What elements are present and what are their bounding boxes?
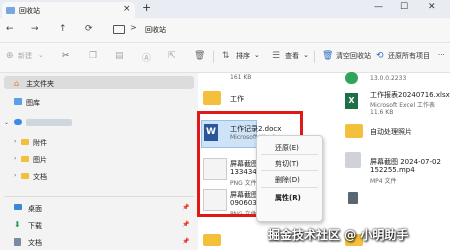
context-menu-divider — [261, 187, 318, 188]
desktop-icon — [14, 204, 22, 210]
pin-icon: 📌 — [182, 238, 190, 245]
file-xlsx-name[interactable]: 工作报表20240716.xlsx — [370, 90, 450, 100]
download-icon: ⬇ — [14, 220, 21, 229]
file-version: 13.0.0.2233 — [370, 75, 407, 82]
title-bar: 回收站 × + — ☐ ✕ — [0, 0, 450, 18]
folder-icon[interactable] — [203, 91, 221, 105]
pin-icon: 📌 — [182, 204, 190, 211]
view-icon: ☰ — [272, 51, 281, 61]
sidebar-item-pictures[interactable]: 图片 — [33, 155, 47, 165]
rename-icon[interactable]: Ⓐ — [142, 51, 151, 64]
minimize-button[interactable]: — — [374, 2, 383, 12]
delete-icon[interactable]: 🗑 — [194, 51, 205, 61]
address-bar: ← → ↑ ⟳ > 回收站 — [0, 18, 450, 43]
sidebar-item-pinned-documents[interactable]: 文档 — [28, 238, 42, 248]
close-button[interactable]: ✕ — [428, 2, 436, 12]
copy-icon[interactable]: ❐ — [89, 51, 97, 61]
folder-work-name[interactable]: 工作 — [230, 94, 244, 104]
file-auto-photos-name[interactable]: 自动处理照片 — [370, 127, 412, 137]
toolbar-divider — [314, 51, 315, 63]
folder-icon — [21, 139, 29, 145]
pin-icon: 📌 — [182, 221, 190, 228]
chevron-down-icon[interactable]: ⌄ — [4, 119, 9, 126]
sort-button[interactable]: 排序 — [236, 51, 250, 61]
app-icon — [345, 72, 358, 84]
restore-all-button[interactable]: 还原所有项目 — [388, 51, 430, 61]
share-icon[interactable]: ⇱ — [168, 51, 176, 61]
tab-recycle-bin[interactable]: 回收站 × — [2, 2, 135, 18]
tab-close-button[interactable]: × — [123, 4, 131, 14]
sort-icon: ⇅ — [222, 51, 230, 61]
sidebar-divider — [4, 196, 194, 197]
toolbar-divider — [213, 51, 214, 63]
view-button[interactable]: 查看 — [285, 51, 299, 61]
chevron-right-icon[interactable]: > — [130, 23, 137, 32]
gallery-icon — [14, 98, 22, 105]
folder-icon[interactable] — [203, 234, 221, 246]
context-menu-restore[interactable]: 还原(E) — [275, 143, 299, 153]
video-thumbnail[interactable] — [345, 152, 361, 168]
more-options-button[interactable]: ··· — [438, 51, 445, 59]
forward-button[interactable]: → — [31, 24, 39, 34]
sidebar-item-gallery[interactable]: 图库 — [26, 98, 40, 108]
back-button[interactable]: ← — [6, 24, 14, 34]
restore-all-icon: ⟲ — [376, 51, 384, 61]
context-menu-divider — [261, 170, 318, 171]
account-name-blurred — [26, 119, 72, 126]
new-button[interactable]: 新建 — [18, 51, 32, 61]
command-bar: ⊕ 新建 ⌄ ✂ ❐ ▤ Ⓐ ⇱ 🗑 ⇅ 排序 ⌄ ☰ 查看 ⌄ 🗑 清空回收站… — [0, 43, 450, 73]
empty-recycle-bin-button[interactable]: 清空回收站 — [336, 51, 371, 61]
tab-label: 回收站 — [19, 7, 40, 15]
this-pc-icon[interactable] — [113, 25, 125, 34]
maximize-button[interactable]: ☐ — [400, 2, 408, 12]
file-video-name-b[interactable]: 152255.mp4 — [370, 166, 415, 174]
sidebar-item-documents[interactable]: 文档 — [33, 172, 47, 182]
watermark-text: 掘金技术社区 @ 小明助手 — [268, 228, 409, 242]
context-menu-delete[interactable]: 删除(D) — [275, 175, 300, 185]
folder-icon[interactable] — [345, 124, 363, 138]
documents-icon — [14, 238, 21, 246]
new-icon: ⊕ — [6, 51, 14, 61]
context-menu-cut[interactable]: 剪切(T) — [275, 159, 299, 169]
folder-icon — [21, 156, 29, 162]
chevron-down-icon: ⌄ — [303, 51, 309, 59]
chevron-right-icon[interactable]: › — [14, 155, 16, 162]
sidebar-item-desktop[interactable]: 桌面 — [28, 204, 42, 214]
context-menu-properties[interactable]: 属性(R) — [275, 193, 301, 203]
excel-icon: X — [345, 93, 358, 109]
file-icon[interactable] — [348, 192, 358, 204]
sidebar-home-label: 主文件夹 — [26, 80, 54, 88]
up-button[interactable]: ↑ — [59, 24, 67, 34]
context-menu: 还原(E) 剪切(T) 删除(D) 属性(R) — [256, 135, 323, 222]
empty-recycle-bin-icon: 🗑 — [322, 51, 334, 61]
cloud-icon — [14, 119, 22, 125]
sidebar-item-downloads[interactable]: 下载 — [28, 221, 42, 231]
chevron-right-icon[interactable]: › — [14, 138, 16, 145]
cut-icon[interactable]: ✂ — [62, 51, 70, 61]
sidebar-item-attachments[interactable]: 附件 — [33, 138, 47, 148]
chevron-right-icon[interactable]: › — [14, 172, 16, 179]
folder-icon — [21, 173, 29, 179]
recycle-bin-icon — [6, 7, 15, 14]
file-size: 161 KB — [230, 74, 252, 81]
file-video-type: MP4 文件 — [370, 178, 397, 185]
home-icon: ⌂ — [14, 79, 20, 88]
file-xlsx-type: Microsoft Excel 工作表 — [370, 102, 436, 109]
chevron-down-icon: ⌄ — [38, 51, 44, 59]
refresh-button[interactable]: ⟳ — [85, 24, 93, 34]
chevron-down-icon: ⌄ — [254, 51, 260, 59]
file-size: 11.6 KB — [370, 109, 394, 116]
breadcrumb-recycle-bin[interactable]: 回收站 — [145, 25, 166, 35]
new-tab-button[interactable]: + — [142, 1, 151, 14]
context-menu-divider — [261, 154, 318, 155]
paste-icon[interactable]: ▤ — [115, 51, 124, 61]
